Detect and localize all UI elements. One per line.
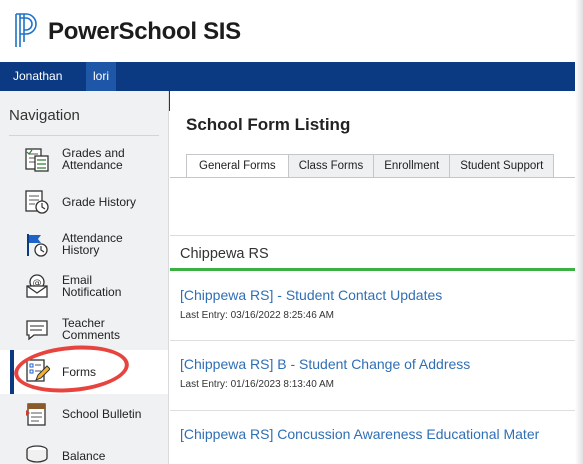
sidebar-item-label: School Bulletin — [62, 407, 142, 421]
sidebar-item-email-notification[interactable]: @ Email Notification — [0, 264, 168, 308]
page-title: School Form Listing — [186, 115, 351, 134]
comment-icon — [26, 320, 48, 341]
form-link[interactable]: [Chippewa RS] - Student Contact Updates — [180, 287, 575, 303]
student-tab-jonathan[interactable]: Jonathan — [6, 62, 69, 91]
coins-icon — [26, 445, 48, 463]
sidebar-item-balance[interactable]: Balance — [0, 434, 168, 464]
form-entry: [Chippewa RS] B - Student Change of Addr… — [180, 356, 575, 390]
app-title: PowerSchool SIS — [48, 18, 241, 45]
form-last-entry: Last Entry: 01/16/2023 8:13:40 AM — [180, 379, 334, 390]
sidebar-item-label: Grade History — [62, 195, 137, 209]
divider — [170, 340, 575, 341]
form-link[interactable]: [Chippewa RS] Concussion Awareness Educa… — [180, 426, 575, 442]
sidebar-item-teacher-comments[interactable]: Teacher Comments — [0, 306, 168, 350]
tab-student-support[interactable]: Student Support — [449, 154, 555, 178]
grade-history-icon — [25, 190, 49, 214]
divider — [9, 135, 159, 136]
divider — [170, 410, 575, 411]
section-accent-bar — [170, 268, 575, 271]
school-section-heading: Chippewa RS — [180, 246, 269, 262]
sidebar-item-label: Grades and Attendance — [62, 146, 125, 172]
sidebar-item-attendance-history[interactable]: Attendance History — [0, 222, 168, 266]
app-window: PowerSchool SIS Jonathan lori Navigation… — [0, 0, 583, 464]
tab-class-forms[interactable]: Class Forms — [287, 154, 375, 178]
form-entry: [Chippewa RS] - Student Contact Updates … — [180, 287, 575, 321]
sidebar-item-label: Attendance History — [62, 231, 123, 257]
divider — [170, 177, 575, 178]
form-entry: [Chippewa RS] Concussion Awareness Educa… — [180, 426, 575, 442]
nav-heading: Navigation — [9, 107, 80, 124]
divider — [170, 235, 575, 236]
sidebar-navigation: Navigation Grades and Attendance Grade H… — [0, 91, 169, 464]
tab-enrollment[interactable]: Enrollment — [373, 154, 451, 178]
form-last-entry: Last Entry: 03/16/2022 8:25:46 AM — [180, 310, 334, 321]
sidebar-item-label: Teacher Comments — [62, 316, 121, 342]
gradebook-icon — [25, 148, 49, 172]
form-link[interactable]: [Chippewa RS] B - Student Change of Addr… — [180, 356, 575, 372]
sidebar-item-school-bulletin[interactable]: School Bulletin — [0, 392, 168, 436]
form-category-tabs: General Forms Class Forms Enrollment Stu… — [186, 154, 555, 178]
tab-general-forms[interactable]: General Forms — [186, 154, 289, 178]
bulletin-icon — [26, 403, 46, 426]
student-tab-bar: Jonathan lori — [0, 62, 575, 91]
sidebar-item-grades-and-attendance[interactable]: Grades and Attendance — [0, 138, 168, 182]
main-content: School Form Listing General Forms Class … — [170, 91, 575, 464]
sidebar-item-label: Balance — [62, 449, 106, 463]
attendance-flag-icon — [27, 234, 48, 257]
sidebar-item-grade-history[interactable]: Grade History — [0, 180, 168, 224]
student-tab-lori[interactable]: lori — [86, 62, 117, 91]
app-header: PowerSchool SIS — [0, 0, 575, 62]
powerschool-logo — [15, 13, 37, 47]
sidebar-item-label: Email Notification — [62, 273, 122, 299]
email-icon: @ — [26, 274, 48, 298]
window-edge-shadow — [575, 0, 583, 464]
